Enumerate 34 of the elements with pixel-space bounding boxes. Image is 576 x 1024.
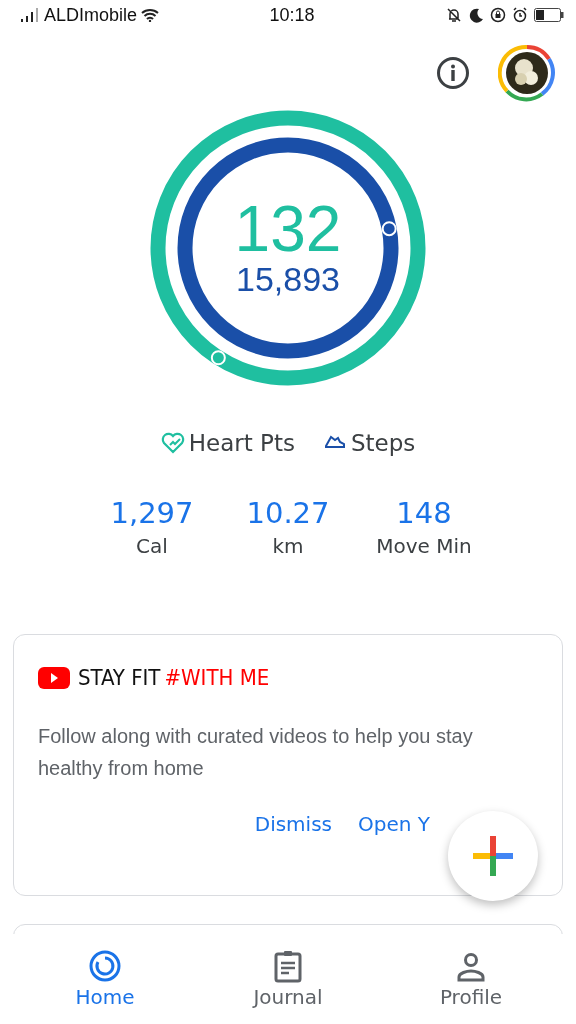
ring-icon — [88, 949, 122, 983]
battery-icon — [534, 8, 564, 22]
wifi-icon — [141, 8, 160, 22]
stat-value: 148 — [396, 496, 452, 530]
stat-label: km — [272, 534, 304, 558]
card-action-button[interactable]: Open Y — [354, 812, 434, 836]
heart-icon — [160, 432, 185, 454]
heart-points-value: 132 — [234, 197, 342, 262]
card-action-button[interactable]: Dismiss — [250, 812, 336, 836]
stat-value: 1,297 — [110, 496, 194, 530]
promo-title: STAY FIT — [78, 665, 161, 690]
nav-tab[interactable]: Home — [40, 934, 170, 1024]
avatar[interactable] — [498, 44, 556, 102]
clock-time: 10:18 — [269, 4, 315, 26]
steps-value: 15,893 — [236, 261, 340, 299]
stat-value: 10.27 — [246, 496, 330, 530]
carrier-name: ALDImobile — [44, 4, 138, 26]
signal-icon — [20, 8, 40, 22]
promo-hashtag: #WITH ME — [164, 665, 270, 690]
stat-label: Move Min — [376, 534, 472, 558]
add-button[interactable] — [448, 811, 538, 901]
moon-icon — [468, 7, 484, 23]
plus-icon — [473, 836, 513, 876]
alarm-icon — [512, 7, 528, 23]
legend-label: Heart Pts — [188, 430, 295, 456]
promo-description: Follow along with curated videos to help you stay healthy from home — [38, 724, 474, 781]
nav-tab[interactable]: Journal — [223, 934, 353, 1024]
nav-tab[interactable]: Profile — [406, 934, 536, 1024]
stat-label: Cal — [136, 534, 168, 558]
info-button[interactable] — [436, 56, 470, 90]
video-play-icon — [38, 666, 70, 689]
legend-label: Steps — [350, 430, 416, 456]
rotation-lock-icon — [490, 7, 506, 23]
bell-off-icon — [446, 7, 462, 23]
